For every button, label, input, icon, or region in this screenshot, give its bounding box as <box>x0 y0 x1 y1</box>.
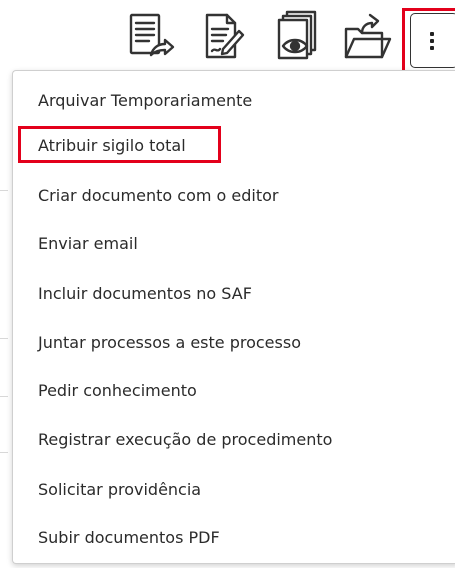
menu-item-subir-documentos-pdf[interactable]: Subir documentos PDF <box>38 523 220 553</box>
folder-open-icon[interactable] <box>342 10 392 62</box>
menu-item-pedir-conhecimento[interactable]: Pedir conhecimento <box>38 376 197 406</box>
menu-item-criar-documento-com-o-editor[interactable]: Criar documento com o editor <box>38 181 278 211</box>
menu-item-enviar-email[interactable]: Enviar email <box>38 229 138 259</box>
document-forward-icon[interactable] <box>126 10 176 62</box>
background-divider <box>0 452 8 453</box>
more-options-icon <box>429 31 434 50</box>
menu-item-juntar-processos[interactable]: Juntar processos a este processo <box>38 328 301 358</box>
background-divider <box>0 338 8 339</box>
screen: Arquivar Temporariamente Atribuir sigilo… <box>0 0 455 568</box>
background-divider <box>0 190 8 191</box>
menu-item-solicitar-providencia[interactable]: Solicitar providência <box>38 475 201 505</box>
background-divider <box>0 396 8 397</box>
document-view-icon[interactable] <box>272 10 322 62</box>
more-options-inner[interactable] <box>410 13 455 68</box>
menu-item-incluir-documentos-no-saf[interactable]: Incluir documentos no SAF <box>38 279 252 309</box>
menu-item-arquivar-temporariamente[interactable]: Arquivar Temporariamente <box>38 86 252 116</box>
menu-item-registrar-execucao[interactable]: Registrar execução de procedimento <box>38 425 332 455</box>
document-edit-icon[interactable] <box>200 10 250 62</box>
menu-item-atribuir-sigilo-total[interactable]: Atribuir sigilo total <box>38 131 186 161</box>
actions-dropdown-menu: Arquivar Temporariamente Atribuir sigilo… <box>12 70 455 564</box>
more-options-button[interactable] <box>402 8 455 77</box>
